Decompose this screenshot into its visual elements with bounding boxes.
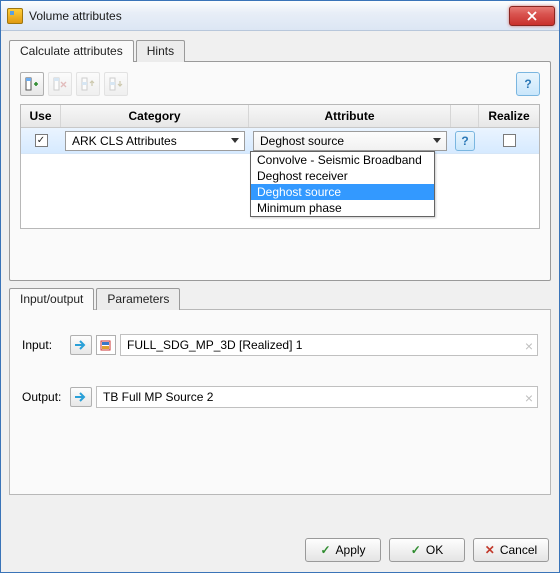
check-icon: ✓ bbox=[320, 543, 330, 557]
attribute-dropdown[interactable]: Convolve - Seismic BroadbandDeghost rece… bbox=[250, 151, 435, 217]
tab-calculate-attributes[interactable]: Calculate attributes bbox=[9, 40, 134, 62]
cell-realize bbox=[479, 134, 539, 147]
remove-row-button[interactable] bbox=[48, 72, 72, 96]
category-value: ARK CLS Attributes bbox=[72, 134, 177, 148]
titlebar[interactable]: Volume attributes bbox=[1, 1, 559, 31]
attribute-option[interactable]: Deghost source bbox=[251, 184, 434, 200]
attributes-toolbar: ? bbox=[20, 72, 540, 96]
col-header-use[interactable]: Use bbox=[21, 105, 61, 127]
input-row: Input: FULL_SDG_MP_3D [Realized] 1 × bbox=[22, 334, 538, 356]
add-row-icon bbox=[25, 77, 39, 91]
volume-attributes-window: Volume attributes Calculate attributes H… bbox=[0, 0, 560, 573]
tab-hints[interactable]: Hints bbox=[136, 40, 185, 62]
calculate-panel: ? Use Category Attribute Realize A bbox=[9, 61, 551, 281]
col-header-help bbox=[451, 105, 479, 127]
main-tabs: Calculate attributes Hints bbox=[9, 40, 551, 62]
check-icon: ✓ bbox=[411, 543, 421, 557]
output-field[interactable]: TB Full MP Source 2 × bbox=[96, 386, 538, 408]
col-header-category[interactable]: Category bbox=[61, 105, 249, 127]
output-label: Output: bbox=[22, 390, 70, 404]
apply-button[interactable]: ✓Apply bbox=[305, 538, 381, 562]
panel-help-button[interactable]: ? bbox=[516, 72, 540, 96]
chevron-down-icon bbox=[430, 134, 444, 148]
remove-row-icon bbox=[53, 77, 67, 91]
output-row: Output: TB Full MP Source 2 × bbox=[22, 386, 538, 408]
tab-parameters[interactable]: Parameters bbox=[96, 288, 180, 310]
volume-cube-icon bbox=[99, 338, 113, 352]
output-pick-button[interactable] bbox=[70, 387, 92, 407]
col-header-realize[interactable]: Realize bbox=[479, 105, 539, 127]
attribute-option[interactable]: Minimum phase bbox=[251, 200, 434, 216]
output-clear-button[interactable]: × bbox=[525, 390, 533, 406]
col-header-attribute[interactable]: Attribute bbox=[249, 105, 451, 127]
chevron-down-icon bbox=[228, 134, 242, 148]
input-pick-button[interactable] bbox=[70, 335, 92, 355]
close-icon bbox=[527, 11, 537, 21]
row-help-button[interactable]: ? bbox=[455, 131, 475, 151]
add-row-button[interactable] bbox=[20, 72, 44, 96]
io-panel: Input: FULL_SDG_MP_3D [Realized] 1 × Out… bbox=[9, 309, 551, 495]
sub-tabs: Input/output Parameters bbox=[9, 288, 551, 310]
cancel-button[interactable]: ✕Cancel bbox=[473, 538, 549, 562]
use-checkbox[interactable] bbox=[35, 134, 48, 147]
cell-category: ARK CLS Attributes bbox=[61, 131, 249, 151]
move-down-button[interactable] bbox=[104, 72, 128, 96]
move-up-button[interactable] bbox=[76, 72, 100, 96]
ok-button[interactable]: ✓OK bbox=[389, 538, 465, 562]
input-value: FULL_SDG_MP_3D [Realized] 1 bbox=[127, 338, 302, 352]
arrow-right-icon bbox=[74, 339, 88, 351]
client-area: Calculate attributes Hints bbox=[1, 31, 559, 528]
attribute-option[interactable]: Convolve - Seismic Broadband bbox=[251, 152, 434, 168]
input-field[interactable]: FULL_SDG_MP_3D [Realized] 1 × bbox=[120, 334, 538, 356]
tab-input-output[interactable]: Input/output bbox=[9, 288, 94, 310]
volume-icon bbox=[96, 335, 116, 355]
app-icon bbox=[7, 8, 23, 24]
attribute-combo[interactable]: Deghost source bbox=[253, 131, 447, 151]
grid-header: Use Category Attribute Realize bbox=[21, 105, 539, 128]
input-label: Input: bbox=[22, 338, 70, 352]
cross-icon: ✕ bbox=[485, 543, 495, 557]
realize-checkbox[interactable] bbox=[503, 134, 516, 147]
window-title: Volume attributes bbox=[29, 9, 509, 23]
dialog-footer: ✓Apply ✓OK ✕Cancel bbox=[1, 528, 559, 572]
attribute-option[interactable]: Deghost receiver bbox=[251, 168, 434, 184]
input-clear-button[interactable]: × bbox=[525, 338, 533, 354]
cell-use bbox=[21, 134, 61, 147]
move-up-icon bbox=[81, 77, 95, 91]
cell-help: ? bbox=[451, 131, 479, 151]
attribute-value: Deghost source bbox=[260, 134, 344, 148]
category-combo[interactable]: ARK CLS Attributes bbox=[65, 131, 245, 151]
cell-attribute: Deghost source bbox=[249, 131, 451, 151]
window-close-button[interactable] bbox=[509, 6, 555, 26]
output-value: TB Full MP Source 2 bbox=[103, 390, 213, 404]
arrow-right-icon bbox=[74, 391, 88, 403]
move-down-icon bbox=[109, 77, 123, 91]
